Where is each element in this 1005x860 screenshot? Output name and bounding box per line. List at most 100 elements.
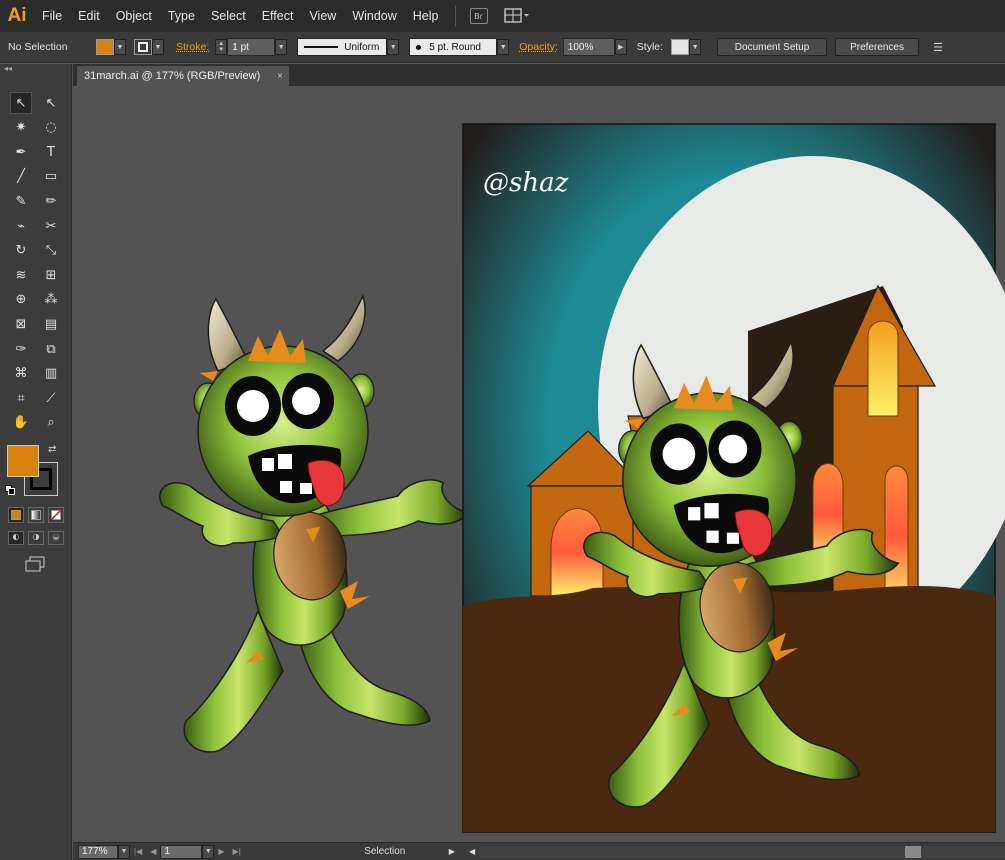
swap-fill-stroke-icon[interactable]: ⇄ <box>48 444 56 455</box>
menu-edit[interactable]: Edit <box>70 0 108 32</box>
rectangle-tool[interactable]: ▭ <box>40 166 62 188</box>
screen-mode-icon <box>25 556 45 572</box>
free-transform-tool[interactable]: ⊞ <box>40 264 62 286</box>
blend-tool[interactable]: ⧉ <box>40 338 62 360</box>
zoom-tool[interactable]: ⌕ <box>40 412 62 434</box>
first-artboard-icon[interactable]: |◀ <box>130 847 146 856</box>
none-mode-button[interactable] <box>48 507 64 523</box>
canvas-area[interactable]: @shaz <box>73 86 1005 842</box>
magic-wand-tool[interactable]: ✷ <box>10 117 32 139</box>
menu-separator <box>454 6 456 26</box>
opacity-field[interactable]: 100% <box>562 38 615 56</box>
bridge-button[interactable]: Br <box>469 8 488 24</box>
draw-normal-button[interactable]: ◐ <box>8 531 24 545</box>
pen-tool[interactable]: ✒ <box>10 141 32 163</box>
menu-view[interactable]: View <box>301 0 344 32</box>
brush-dropdown[interactable]: ▼ <box>497 39 510 55</box>
stroke-weight-stepper[interactable]: ▲ ▼ <box>215 39 228 55</box>
brush-definition[interactable]: 5 pt. Round <box>409 38 498 56</box>
symbol-tool[interactable]: ⌘ <box>10 363 32 385</box>
fill-dropdown[interactable]: ▼ <box>114 39 126 55</box>
symbol-sprayer-tool[interactable]: ⁂ <box>40 289 62 311</box>
next-artboard-icon[interactable]: ▶ <box>214 847 228 856</box>
preferences-button[interactable]: Preferences <box>835 38 920 56</box>
draw-behind-button[interactable]: ◑ <box>28 531 44 545</box>
horizontal-scrollbar[interactable] <box>479 845 1005 858</box>
scale-tool[interactable]: ⤡ <box>40 240 62 262</box>
fill-swatch[interactable] <box>96 39 114 55</box>
menu-window[interactable]: Window <box>344 0 404 32</box>
blob-brush-tool[interactable]: ⌁ <box>10 215 32 237</box>
document-setup-button[interactable]: Document Setup <box>717 38 828 56</box>
direct-selection-tool[interactable]: ↖ <box>40 92 62 114</box>
gradient-tool[interactable]: ▤ <box>40 313 62 335</box>
menu-help[interactable]: Help <box>405 0 447 32</box>
mesh-tool[interactable]: ⊠ <box>10 313 32 335</box>
eyedropper-tool[interactable]: ✑ <box>10 338 32 360</box>
shape-builder-tool[interactable]: ⊕ <box>10 289 32 311</box>
variable-width-profile[interactable]: Uniform <box>297 38 388 56</box>
lasso-tool[interactable]: ◌ <box>40 117 62 139</box>
stroke-weight-field[interactable]: 1 pt <box>227 38 276 56</box>
style-dropdown[interactable]: ▼ <box>689 39 702 55</box>
fill-color-box[interactable] <box>7 445 39 477</box>
current-tool-status: Selection <box>364 846 406 857</box>
graphic-style-swatch[interactable] <box>671 39 690 55</box>
artboard[interactable]: @shaz <box>462 123 1005 833</box>
app-logo: Ai <box>7 5 27 26</box>
status-menu-arrow[interactable]: ▶ <box>445 847 459 856</box>
rotate-tool[interactable]: ↻ <box>10 240 32 262</box>
control-bar: No Selection ▼ ▼ Stroke: ▲ ▼ 1 pt ▼ Unifo… <box>0 32 1005 63</box>
draw-inside-button[interactable]: ◒ <box>48 531 64 545</box>
artboard-dropdown[interactable]: ▼ <box>202 844 215 859</box>
stroke-profile-label: Uniform <box>344 41 380 53</box>
zoom-dropdown[interactable]: ▼ <box>118 844 130 859</box>
opacity-label[interactable]: Opacity: <box>519 41 558 53</box>
document-tab-title: 31march.ai @ 177% (RGB/Preview) <box>84 70 261 82</box>
line-segment-tool[interactable]: ╱ <box>10 166 32 188</box>
slice-tool[interactable]: ⟋ <box>40 387 62 409</box>
artwork: @shaz <box>159 123 1005 833</box>
stroke-swatch[interactable] <box>134 39 152 55</box>
screen-mode-button[interactable] <box>24 556 46 572</box>
paintbrush-tool[interactable]: ✎ <box>10 190 32 212</box>
scissors-tool[interactable]: ✂ <box>40 215 62 237</box>
scroll-left-icon[interactable]: ◀ <box>465 847 479 856</box>
collapse-panel-icon[interactable]: ◂◂ <box>0 64 71 78</box>
stroke-label[interactable]: Stroke: <box>176 41 209 53</box>
profile-dropdown[interactable]: ▼ <box>387 39 400 55</box>
opacity-dropdown[interactable]: ▶ <box>614 39 627 55</box>
menu-object[interactable]: Object <box>108 0 160 32</box>
default-fill-stroke-icon[interactable] <box>5 485 15 495</box>
horizontal-scroll-thumb[interactable] <box>905 845 922 858</box>
stroke-dropdown[interactable]: ▼ <box>152 39 164 55</box>
control-panel-menu-icon[interactable]: ☰ <box>929 39 947 55</box>
signature-text: @shaz <box>483 168 569 198</box>
none-icon <box>51 510 61 520</box>
gradient-mode-button[interactable] <box>28 507 44 523</box>
stroke-weight-dropdown[interactable]: ▼ <box>275 39 288 55</box>
document-tab[interactable]: 31march.ai @ 177% (RGB/Preview) × <box>77 66 289 86</box>
zoom-field[interactable]: 177% <box>78 844 118 859</box>
menu-select[interactable]: Select <box>203 0 254 32</box>
selection-status: No Selection <box>8 41 68 53</box>
artboard-tool[interactable]: ⌗ <box>10 387 32 409</box>
status-bar: 177% ▼ |◀ ◀ 1 ▼ ▶ ▶| Selection ▶ ◀ <box>73 842 1005 860</box>
color-mode-button[interactable] <box>8 507 24 523</box>
arrange-documents-button[interactable] <box>503 7 530 25</box>
previous-artboard-icon[interactable]: ◀ <box>146 847 160 856</box>
close-tab-icon[interactable]: × <box>277 71 283 82</box>
column-graph-tool[interactable]: ▥ <box>40 363 62 385</box>
menu-effect[interactable]: Effect <box>254 0 302 32</box>
hand-tool[interactable]: ✋ <box>10 412 32 434</box>
selection-tool[interactable]: ↖ <box>10 92 32 114</box>
menu-file[interactable]: File <box>34 0 70 32</box>
warp-tool[interactable]: ≋ <box>10 264 32 286</box>
monster-character-left[interactable] <box>159 295 469 753</box>
artboard-number-field[interactable]: 1 <box>160 844 203 859</box>
menu-type[interactable]: Type <box>160 0 203 32</box>
last-artboard-icon[interactable]: ▶| <box>229 847 245 856</box>
pencil-tool[interactable]: ✏ <box>40 190 62 212</box>
type-tool[interactable]: T <box>40 141 62 163</box>
style-label: Style: <box>636 41 664 53</box>
